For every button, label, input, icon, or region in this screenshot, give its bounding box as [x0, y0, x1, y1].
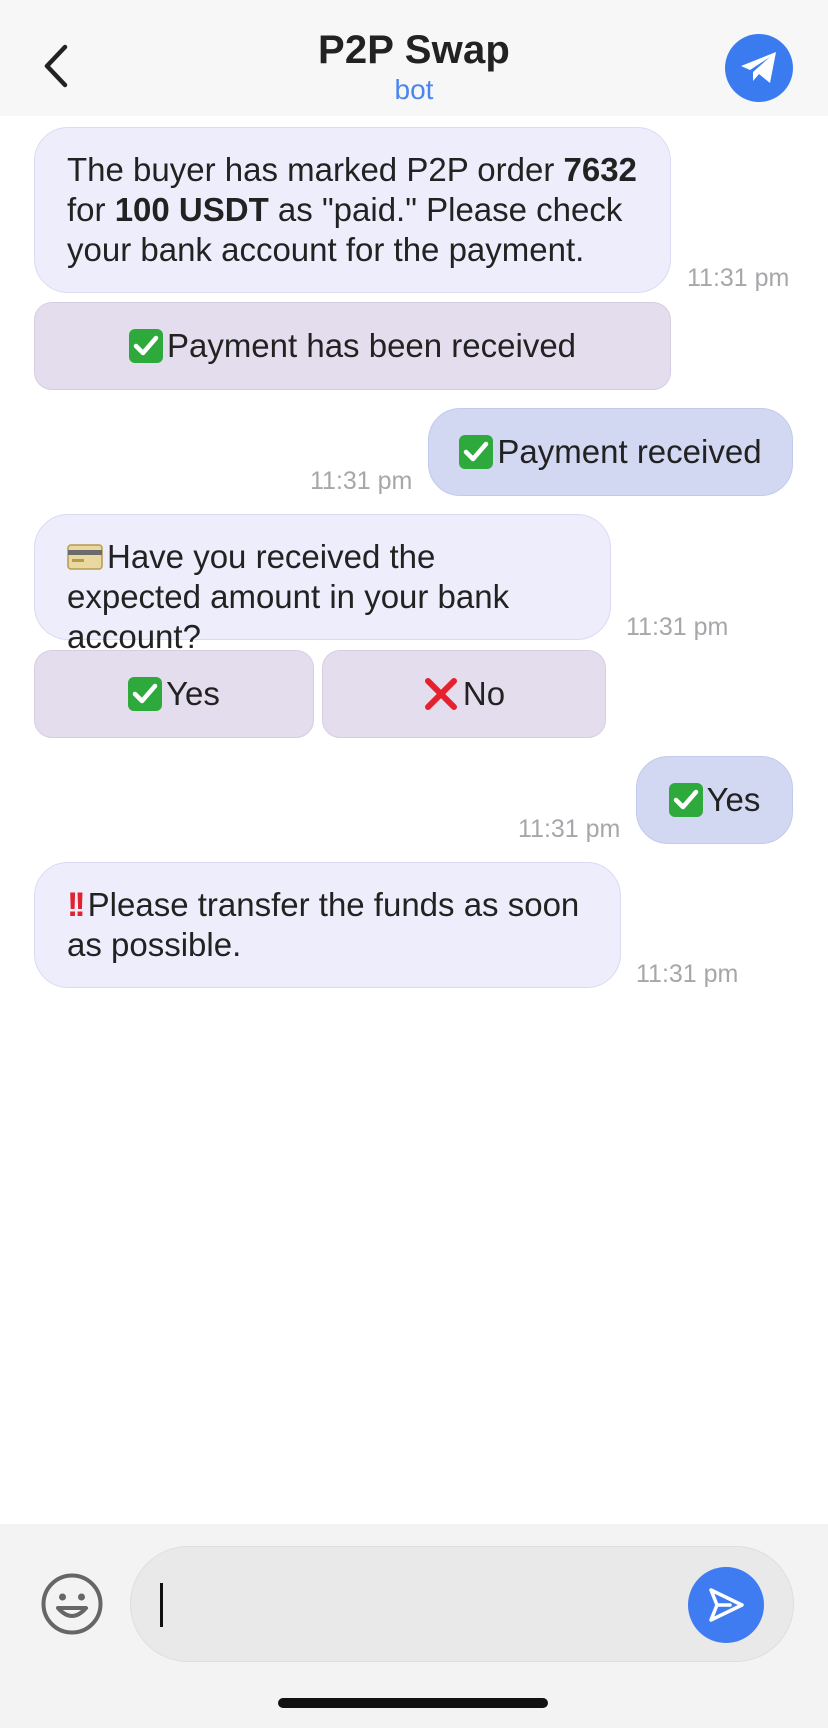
send-icon	[709, 1588, 744, 1622]
no-button[interactable]: No	[322, 650, 606, 738]
chat-subtitle: bot	[394, 74, 434, 105]
incoming-message: The buyer has marked P2P order 7632 for …	[34, 127, 671, 293]
outgoing-message: Payment received	[428, 408, 793, 496]
smiley-face-icon	[41, 1573, 103, 1635]
incoming-message: Have you received the expected amount in…	[34, 514, 611, 655]
order-number: 7632	[563, 151, 637, 188]
yes-button[interactable]: Yes	[34, 650, 314, 738]
message-timestamp: 11:31 pm	[626, 613, 729, 641]
message-timestamp: 11:31 pm	[687, 264, 790, 292]
check-mark-icon	[128, 329, 163, 363]
cross-mark-icon	[424, 678, 457, 710]
message-timestamp: 11:31 pm	[310, 467, 413, 495]
check-mark-icon	[668, 783, 703, 817]
button-label: Payment has been received	[166, 327, 577, 364]
button-label: No	[462, 675, 506, 712]
message-text: for	[67, 191, 115, 228]
home-indicator	[278, 1698, 548, 1708]
double-exclamation-icon: !!	[67, 886, 86, 924]
chat-title-group[interactable]: P2P Swap bot	[0, 26, 828, 106]
message-timestamp: 11:31 pm	[518, 815, 621, 843]
outgoing-message: Yes	[636, 756, 793, 844]
credit-card-icon	[67, 544, 103, 570]
order-amount: 100 USDT	[114, 191, 269, 228]
incoming-message: !! Please transfer the funds as soon as p…	[34, 862, 621, 988]
bot-avatar[interactable]	[725, 34, 793, 102]
message-text: Yes	[706, 781, 761, 818]
message-timestamp: 11:31 pm	[636, 960, 739, 988]
message-text: The buyer has marked P2P order	[67, 151, 564, 188]
message-text: Have you received the expected amount in…	[67, 538, 510, 655]
message-text: Please transfer the funds as soon as pos…	[67, 886, 580, 963]
send-button[interactable]	[688, 1567, 764, 1643]
button-label: Yes	[166, 675, 220, 712]
check-mark-icon	[459, 435, 494, 469]
text-caret	[160, 1583, 163, 1627]
check-mark-icon	[128, 677, 163, 711]
payment-received-button[interactable]: Payment has been received	[34, 302, 671, 390]
telegram-plane-icon	[741, 52, 776, 83]
chat-title: P2P Swap	[317, 28, 511, 72]
message-text: Payment received	[497, 433, 762, 470]
chat-header: P2P Swap bot	[0, 0, 828, 116]
emoji-button[interactable]	[40, 1572, 104, 1636]
